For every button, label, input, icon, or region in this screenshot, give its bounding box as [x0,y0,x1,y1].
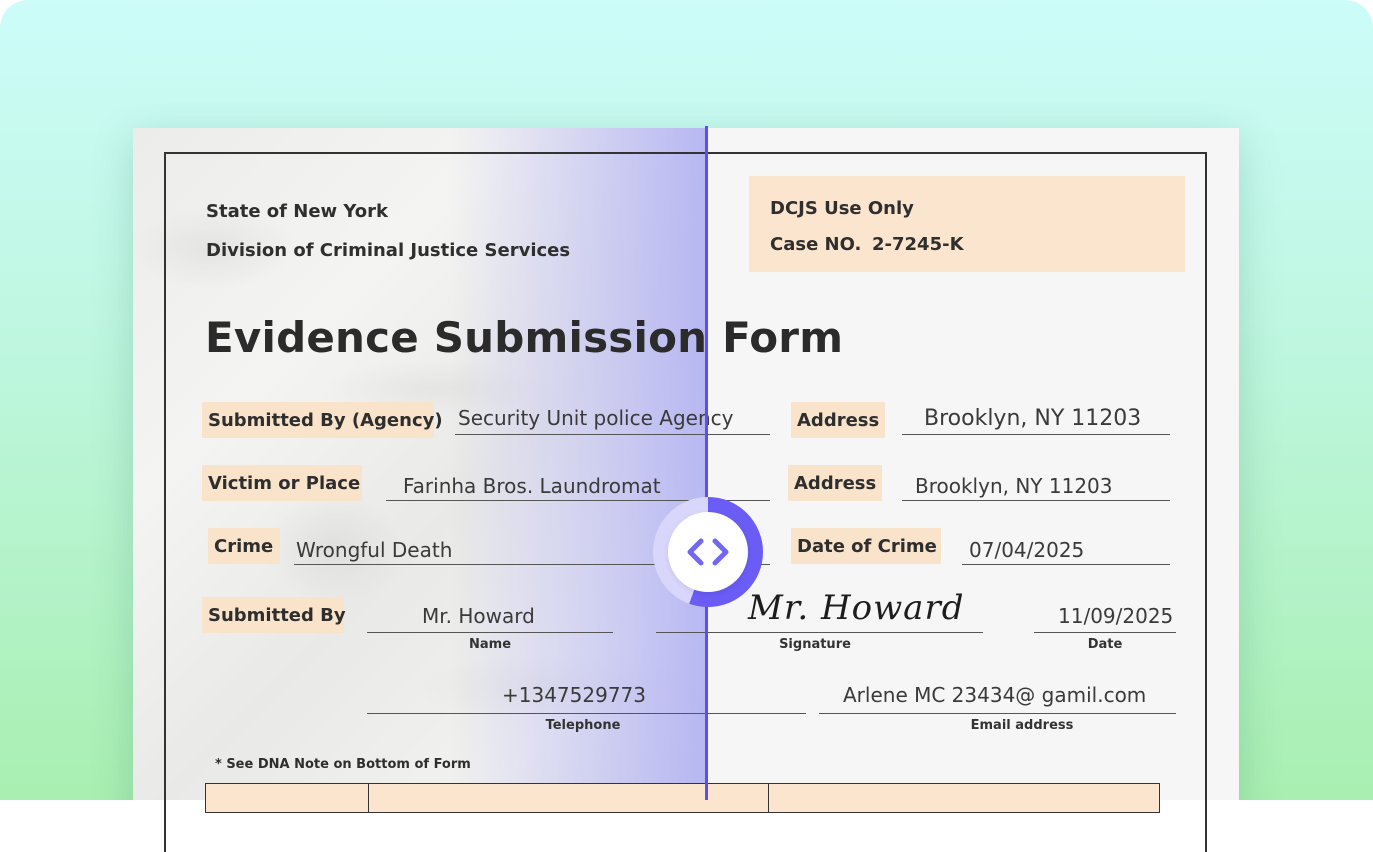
form-title: Evidence Submission Form [205,313,844,362]
case-number-value: 2-7245-K [872,234,964,255]
evidence-table-header [205,783,1160,813]
division-heading: Division of Criminal Justice Services [206,240,571,261]
crime-label: Crime [208,528,280,564]
date-of-crime-underline [962,564,1170,565]
date-of-crime-label: Date of Crime [791,528,941,564]
table-divider [768,784,769,812]
agency-value[interactable]: Security Unit police Agency [458,406,733,430]
email-underline [819,713,1176,714]
victim-label: Victim or Place [202,465,362,501]
signature-value: Mr. Howard [748,588,965,628]
date-of-crime-value[interactable]: 07/04/2025 [969,538,1084,562]
name-underline [367,632,613,633]
address1-value[interactable]: Brooklyn, NY 11203 [924,406,1141,431]
name-caption: Name [468,637,512,652]
email-caption: Email address [970,718,1074,733]
date-caption: Date [1087,637,1123,652]
crime-value[interactable]: Wrongful Death [296,538,452,562]
submitter-name-value[interactable]: Mr. Howard [422,604,535,628]
address1-label: Address [791,402,885,438]
submitted-date-value[interactable]: 11/09/2025 [1058,604,1173,628]
dcjs-label: DCJS Use Only [770,198,914,219]
victim-value[interactable]: Farinha Bros. Laundromat [403,474,661,498]
date-underline [1034,632,1176,633]
table-divider [368,784,369,812]
submitted-by-label: Submitted By [202,597,346,633]
telephone-value[interactable]: +1347529773 [502,683,646,707]
agency-label: Submitted By (Agency) [202,402,443,438]
address2-value[interactable]: Brooklyn, NY 11203 [915,474,1113,498]
compare-slider-handle[interactable] [653,497,763,607]
chevron-left-right-icon [687,538,729,566]
dcjs-box: DCJS Use Only Case NO. 2-7245-K [749,176,1185,272]
dna-note: * See DNA Note on Bottom of Form [215,757,471,772]
signature-caption: Signature [779,637,851,652]
address2-underline [902,500,1170,501]
agency-underline [455,434,770,435]
address2-label: Address [788,465,882,501]
compare-handle-inner [668,512,748,592]
compare-divider-line[interactable] [705,126,708,800]
email-value[interactable]: Arlene MC 23434@ gamil.com [843,683,1146,707]
case-number-label: Case NO. [770,234,862,255]
state-heading: State of New York [206,201,389,222]
telephone-caption: Telephone [545,718,621,733]
telephone-underline [367,713,806,714]
address1-underline [902,434,1170,435]
